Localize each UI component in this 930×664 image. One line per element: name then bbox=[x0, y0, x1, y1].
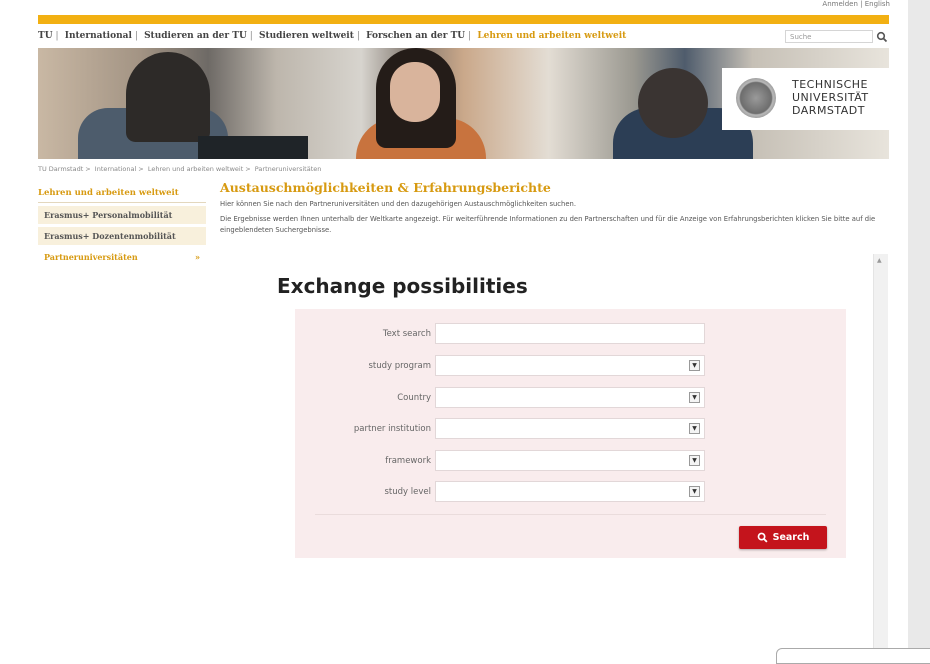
site-search-input[interactable]: Suche bbox=[785, 30, 873, 43]
form-row-study-level: study level ▼ bbox=[295, 481, 846, 503]
page-title: Austauschmöglichkeiten & Erfahrungsberic… bbox=[220, 180, 551, 195]
text-search-input[interactable] bbox=[435, 323, 705, 344]
scroll-up-arrow-icon[interactable]: ▲ bbox=[877, 257, 882, 264]
chevron-down-icon[interactable]: ▼ bbox=[689, 392, 700, 403]
nav-item-lehren-arbeiten[interactable]: Lehren und arbeiten weltweit bbox=[477, 31, 626, 41]
search-button[interactable]: Search bbox=[739, 526, 827, 549]
partner-institution-label: partner institution bbox=[353, 424, 431, 434]
framework-select[interactable]: ▼ bbox=[435, 450, 705, 471]
main-content: Austauschmöglichkeiten & Erfahrungsberic… bbox=[220, 180, 888, 236]
study-level-select[interactable]: ▼ bbox=[435, 481, 705, 502]
search-icon[interactable] bbox=[876, 31, 888, 43]
country-label: Country bbox=[397, 393, 431, 403]
nav-item-studieren-weltweit[interactable]: Studieren weltweit bbox=[259, 31, 354, 41]
nav-item-tu[interactable]: TU bbox=[38, 31, 53, 41]
nav-item-studieren-tu[interactable]: Studieren an der TU bbox=[144, 31, 247, 41]
logo-line-1: TECHNISCHE bbox=[792, 78, 868, 91]
text-search-label: Text search bbox=[382, 329, 431, 339]
sidebar-item-dozentenmobilitaet[interactable]: Erasmus+ Dozentenmobilität bbox=[38, 227, 206, 245]
nav-item-international[interactable]: International bbox=[65, 31, 132, 41]
exchange-search-form: Text search study program ▼ Country ▼ pa… bbox=[295, 309, 846, 558]
form-divider bbox=[315, 514, 826, 515]
sidebar-heading[interactable]: Lehren und arbeiten weltweit bbox=[38, 186, 206, 203]
main-navigation: TU | International | Studieren an der TU | … bbox=[38, 31, 627, 41]
breadcrumb-item[interactable]: Lehren und arbeiten weltweit bbox=[148, 165, 243, 173]
breadcrumb: TU Darmstadt > International > Lehren und … bbox=[38, 165, 322, 173]
floating-panel-edge bbox=[776, 648, 930, 664]
breadcrumb-item[interactable]: International bbox=[95, 165, 137, 173]
breadcrumb-item[interactable]: TU Darmstadt bbox=[38, 165, 83, 173]
chevron-down-icon[interactable]: ▼ bbox=[689, 423, 700, 434]
header-photo-banner: TECHNISCHE UNIVERSITÄT DARMSTADT bbox=[38, 48, 889, 159]
form-row-partner-institution: partner institution ▼ bbox=[295, 418, 846, 440]
login-language-links[interactable]: Anmelden | English bbox=[822, 0, 890, 8]
frame-scrollbar[interactable]: ▲ bbox=[873, 254, 888, 657]
partner-institution-select[interactable]: ▼ bbox=[435, 418, 705, 439]
nav-item-forschen[interactable]: Forschen an der TU bbox=[366, 31, 465, 41]
window-edge-strip bbox=[908, 0, 930, 657]
form-row-text-search: Text search bbox=[295, 323, 846, 345]
breadcrumb-item-current: Partneruniversitäten bbox=[254, 165, 322, 173]
study-program-select[interactable]: ▼ bbox=[435, 355, 705, 376]
sidebar-item-label: Partneruniversitäten bbox=[44, 252, 138, 262]
chevron-down-icon[interactable]: ▼ bbox=[689, 486, 700, 497]
magnifier-icon bbox=[757, 532, 768, 543]
chevron-down-icon[interactable]: ▼ bbox=[689, 360, 700, 371]
search-button-label: Search bbox=[772, 532, 810, 543]
athena-seal-icon bbox=[736, 78, 776, 118]
sidebar: Lehren und arbeiten weltweit Erasmus+ Pe… bbox=[38, 186, 206, 266]
form-row-country: Country ▼ bbox=[295, 387, 846, 409]
logo-line-3: DARMSTADT bbox=[792, 104, 865, 117]
info-text: Die Ergebnisse werden Ihnen unterhalb de… bbox=[220, 215, 876, 234]
logo-line-2: UNIVERSITÄT bbox=[792, 91, 869, 104]
exchange-title: Exchange possibilities bbox=[277, 274, 528, 298]
form-row-study-program: study program ▼ bbox=[295, 355, 846, 377]
header-accent-bar bbox=[38, 15, 889, 24]
sidebar-item-personalmobilitaet[interactable]: Erasmus+ Personalmobilität bbox=[38, 206, 206, 224]
form-row-framework: framework ▼ bbox=[295, 450, 846, 472]
active-marker-icon: » bbox=[195, 252, 200, 262]
study-program-label: study program bbox=[368, 361, 431, 371]
country-select[interactable]: ▼ bbox=[435, 387, 705, 408]
sidebar-item-partneruniversitaeten[interactable]: Partneruniversitäten » bbox=[38, 248, 206, 266]
study-level-label: study level bbox=[384, 487, 432, 497]
tu-darmstadt-logo[interactable]: TECHNISCHE UNIVERSITÄT DARMSTADT bbox=[722, 68, 889, 130]
framework-label: framework bbox=[385, 456, 431, 466]
chevron-down-icon[interactable]: ▼ bbox=[689, 455, 700, 466]
intro-text: Hier können Sie nach den Partneruniversi… bbox=[220, 200, 576, 208]
